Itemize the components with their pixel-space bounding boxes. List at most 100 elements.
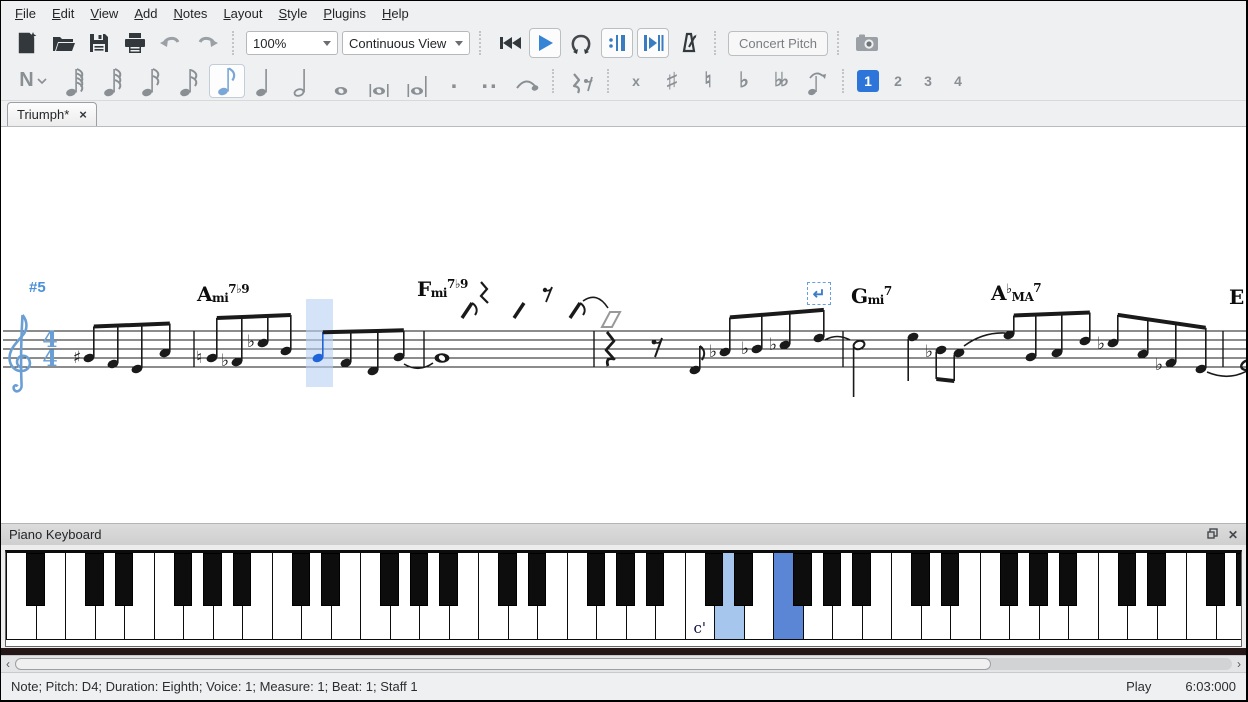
natural-button[interactable]: ♮ (691, 66, 725, 96)
double-dot-button[interactable]: .. (473, 66, 507, 96)
float-panel-icon[interactable] (1207, 528, 1218, 542)
time-signature[interactable]: 4 4 (42, 327, 57, 372)
treble-clef[interactable] (10, 315, 30, 391)
piano-key-black-D-sharp1[interactable] (115, 553, 133, 606)
flat-button[interactable]: ♭ (727, 66, 761, 96)
double-sharp-button[interactable]: x (619, 66, 653, 96)
horizontal-scrollbar[interactable]: ‹ › (1, 655, 1246, 672)
piano-key-black-G-sharp2[interactable] (410, 553, 428, 606)
piano-key-black-C-sharp6[interactable] (1118, 553, 1136, 606)
flip-direction-button[interactable] (799, 64, 835, 98)
image-capture-button[interactable] (851, 28, 883, 58)
scrollbar-thumb[interactable] (15, 658, 991, 670)
loop-playback-button[interactable] (565, 28, 597, 58)
redo-button[interactable] (191, 28, 223, 58)
menu-view[interactable]: View (82, 4, 126, 23)
play-repeats-button[interactable] (601, 28, 633, 58)
piano-key-black-F-sharp6[interactable] (1206, 553, 1224, 606)
menu-help[interactable]: Help (374, 4, 417, 23)
piano-key-black-D-sharp3[interactable] (528, 553, 546, 606)
note-input-mode-button[interactable]: N (11, 66, 55, 96)
scroll-left-arrow-icon[interactable]: ‹ (1, 657, 15, 672)
duration-16th-button[interactable] (133, 64, 169, 98)
menu-layout[interactable]: Layout (215, 4, 270, 23)
duration-eighth-button[interactable] (209, 64, 245, 98)
score-view[interactable]: 4 4 ♯ ♮ (1, 127, 1246, 523)
duration-eighth-prev-button[interactable] (171, 64, 207, 98)
menu-file[interactable]: File (7, 4, 44, 23)
chord-symbol-fmi7b9[interactable]: Fmi7♭9 (417, 277, 468, 301)
piano-key-black-F-sharp2[interactable] (380, 553, 398, 606)
piano-key-black-G-sharp1[interactable] (203, 553, 221, 606)
new-score-button[interactable] (11, 28, 43, 58)
duration-longa-button[interactable] (399, 64, 435, 98)
pan-score-button[interactable] (637, 28, 669, 58)
piano-key-black-A-sharp5[interactable] (1059, 553, 1077, 606)
menu-add[interactable]: Add (126, 4, 165, 23)
scroll-right-arrow-icon[interactable]: › (1232, 657, 1246, 672)
scrollbar-track[interactable] (15, 658, 1232, 670)
duration-quarter-button[interactable] (247, 64, 283, 98)
system-break-marker[interactable]: ↵ (807, 282, 831, 305)
piano-panel-titlebar[interactable]: Piano Keyboard ✕ (1, 523, 1246, 545)
duration-breve-button[interactable] (361, 64, 397, 98)
voice-1-button[interactable]: 1 (857, 70, 879, 92)
augmentation-dot-button[interactable]: . (437, 66, 471, 96)
piano-key-black-D-sharp6[interactable] (1147, 553, 1165, 606)
rewind-button[interactable] (493, 28, 525, 58)
duration-32nd-button[interactable] (95, 64, 131, 98)
voice-4-button[interactable]: 4 (947, 70, 969, 92)
piano-key-black-C-sharp5[interactable] (911, 553, 929, 606)
piano-key-black-A-sharp2[interactable] (439, 553, 457, 606)
piano-key-black-C-sharp3[interactable] (498, 553, 516, 606)
menu-style[interactable]: Style (270, 4, 315, 23)
piano-key-black-C-sharp4[interactable] (705, 553, 723, 606)
chord-symbol-abma7[interactable]: A♭MA7 (991, 281, 1041, 305)
zoom-select[interactable]: 100% (246, 31, 338, 55)
piano-keys[interactable]: c' (5, 550, 1242, 647)
sharp-button[interactable]: ♯ (655, 66, 689, 96)
tab-close-icon[interactable]: × (79, 107, 87, 122)
menu-edit[interactable]: Edit (44, 4, 82, 23)
voice-3-button[interactable]: 3 (917, 70, 939, 92)
tie-button[interactable] (509, 64, 545, 98)
view-mode-select[interactable]: Continuous View (342, 31, 470, 55)
chord-symbol-ami7b9[interactable]: Ami7♭9 (197, 282, 249, 306)
open-file-button[interactable] (47, 28, 79, 58)
piano-key-black-G-sharp3[interactable] (616, 553, 634, 606)
undo-button[interactable] (155, 28, 187, 58)
duration-whole-button[interactable] (323, 64, 359, 98)
menu-plugins[interactable]: Plugins (315, 4, 374, 23)
piano-key-black-G-sharp4[interactable] (823, 553, 841, 606)
tab-triumph[interactable]: Triumph* × (7, 102, 97, 126)
piano-key-black-A-sharp3[interactable] (646, 553, 664, 606)
piano-key-black-F-sharp1[interactable] (174, 553, 192, 606)
duration-half-button[interactable] (285, 64, 321, 98)
piano-key-black-A-sharp4[interactable] (852, 553, 870, 606)
piano-key-black-F-sharp5[interactable] (1000, 553, 1018, 606)
piano-key-black-D-sharp4[interactable] (734, 553, 752, 606)
metronome-button[interactable] (673, 28, 705, 58)
piano-key-black-G-sharp6[interactable] (1236, 553, 1242, 606)
close-panel-icon[interactable]: ✕ (1228, 528, 1238, 542)
piano-key-black-C-sharp2[interactable] (292, 553, 310, 606)
piano-key-black-F-sharp3[interactable] (587, 553, 605, 606)
piano-key-black-C-sharp1[interactable] (85, 553, 103, 606)
duration-64th-button[interactable] (57, 64, 93, 98)
menu-notes[interactable]: Notes (165, 4, 215, 23)
piano-key-black-A-sharp1[interactable] (233, 553, 251, 606)
print-button[interactable] (119, 28, 151, 58)
play-button[interactable] (529, 28, 561, 58)
piano-key-black-G-sharp5[interactable] (1029, 553, 1047, 606)
piano-key-black-A-sharp0[interactable] (26, 553, 44, 606)
chord-symbol-gmi7[interactable]: Gmi7 (851, 284, 892, 308)
save-button[interactable] (83, 28, 115, 58)
piano-key-black-D-sharp2[interactable] (321, 553, 339, 606)
piano-key-black-D-sharp5[interactable] (941, 553, 959, 606)
chord-symbol-e[interactable]: E (1229, 285, 1244, 309)
double-flat-button[interactable]: ♭♭ (763, 66, 797, 96)
concert-pitch-button[interactable]: Concert Pitch (728, 31, 828, 56)
voice-2-button[interactable]: 2 (887, 70, 909, 92)
piano-key-black-F-sharp4[interactable] (793, 553, 811, 606)
rest-button[interactable] (564, 64, 600, 98)
